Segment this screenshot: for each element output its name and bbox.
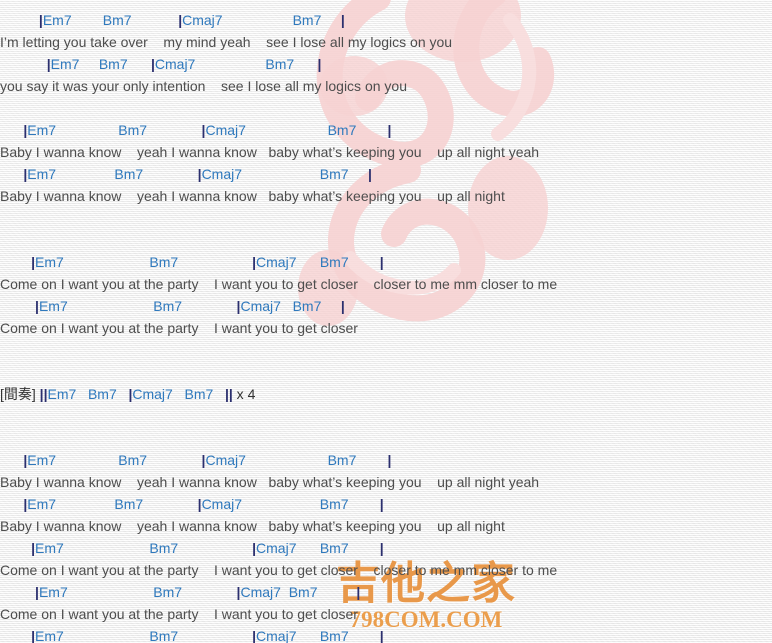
chord-line: |Em7 Bm7 |Cmaj7 Bm7 |	[35, 584, 361, 600]
barline-glyph: |	[31, 540, 36, 556]
repeat-count: x 4	[232, 386, 256, 402]
section-header-line: [間奏] ||Em7 Bm7 |Cmaj7 Bm7 || x 4	[0, 386, 256, 402]
barline-glyph: |	[387, 122, 392, 138]
lyric-line: Baby I wanna know yeah I wanna know baby…	[0, 188, 505, 204]
barline-glyph: |	[23, 496, 28, 512]
barline-glyph: |	[201, 452, 206, 468]
lyric-line: Come on I want you at the party I want y…	[0, 276, 558, 292]
chord-line: |Em7 Bm7 |Cmaj7 Bm7 |	[31, 628, 384, 643]
barline-glyph: |	[379, 628, 384, 643]
interlude-tag: [間奏]	[0, 386, 40, 402]
lyric-line: Baby I wanna know yeah I wanna know baby…	[0, 144, 540, 160]
chord-sheet-page: 吉他之家 798COM.COM |Em7 Bm7 |Cmaj7 Bm7 | I’m…	[0, 0, 772, 643]
lyric-line: Come on I want you at the party I want y…	[0, 320, 358, 336]
chord-line: |Em7 Bm7 |Cmaj7 Bm7 |	[23, 122, 392, 138]
barline-glyph: |	[387, 452, 392, 468]
barline-glyph: |	[340, 298, 345, 314]
chord-line: |Em7 Bm7 |Cmaj7 Bm7 |	[35, 298, 345, 314]
barline-glyph: |	[128, 386, 133, 402]
chord-line: |Em7 Bm7 |Cmaj7 Bm7 |	[46, 56, 322, 72]
barline-glyph: |	[252, 628, 257, 643]
chord-line: |Em7 Bm7 |Cmaj7 Bm7 |	[31, 254, 384, 270]
lyric-line: Baby I wanna know yeah I wanna know baby…	[0, 474, 540, 490]
barline-glyph: |	[379, 496, 384, 512]
chord-line: |Em7 Bm7 |Cmaj7 Bm7 |	[38, 12, 345, 28]
barline-glyph: |	[38, 12, 43, 28]
lyric-line: Come on I want you at the party I want y…	[0, 562, 558, 578]
barline-glyph: |	[252, 254, 257, 270]
barline-glyph: ||	[224, 386, 233, 402]
chord-line: |Em7 Bm7 |Cmaj7 Bm7 |	[23, 166, 372, 182]
barline-glyph: |	[379, 540, 384, 556]
barline-glyph: ||	[39, 386, 48, 402]
barline-glyph: |	[178, 12, 183, 28]
lyric-line: Baby I wanna know yeah I wanna know baby…	[0, 518, 505, 534]
barline-glyph: |	[236, 298, 241, 314]
barline-glyph: |	[317, 56, 322, 72]
barline-glyph: |	[356, 584, 361, 600]
barline-glyph: |	[197, 496, 202, 512]
barline-glyph: |	[379, 254, 384, 270]
barline-glyph: |	[35, 584, 39, 600]
barline-glyph: |	[252, 540, 257, 556]
lyric-line: I’m letting you take over my mind yeah s…	[0, 34, 453, 50]
barline-glyph: |	[201, 122, 206, 138]
barline-glyph: |	[23, 166, 28, 182]
chord-chart-body: |Em7 Bm7 |Cmaj7 Bm7 | I’m letting you tak…	[0, 0, 772, 643]
barline-glyph: |	[340, 12, 345, 28]
lyric-line: Come on I want you at the party I want y…	[0, 606, 358, 622]
barline-glyph: |	[46, 56, 51, 72]
barline-glyph: |	[23, 452, 28, 468]
barline-glyph: |	[197, 166, 202, 182]
lyric-line: you say it was your only intention see I…	[0, 78, 407, 94]
barline-glyph: |	[31, 628, 36, 643]
chord-line: |Em7 Bm7 |Cmaj7 Bm7 |	[23, 496, 384, 512]
barline-glyph: |	[236, 584, 241, 600]
chord-line: |Em7 Bm7 |Cmaj7 Bm7 |	[23, 452, 392, 468]
barline-glyph: |	[31, 254, 36, 270]
barline-glyph: |	[23, 122, 28, 138]
chord-line: |Em7 Bm7 |Cmaj7 Bm7 |	[31, 540, 384, 556]
barline-glyph: |	[368, 166, 372, 182]
barline-glyph: |	[150, 56, 155, 72]
barline-glyph: |	[35, 298, 39, 314]
